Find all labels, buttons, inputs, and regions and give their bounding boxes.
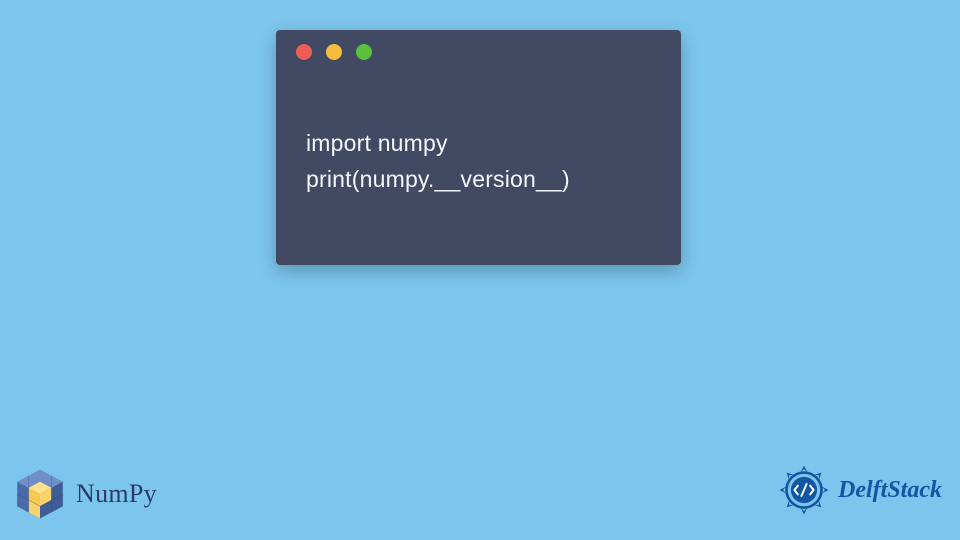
numpy-label: NumPy bbox=[76, 479, 157, 509]
numpy-logo-icon bbox=[12, 466, 68, 522]
window-titlebar bbox=[276, 30, 681, 74]
minimize-icon[interactable] bbox=[326, 44, 342, 60]
delftstack-label: DelftStack bbox=[838, 477, 942, 504]
maximize-icon[interactable] bbox=[356, 44, 372, 60]
code-body: import numpy print(numpy.__version__) bbox=[276, 74, 681, 217]
close-icon[interactable] bbox=[296, 44, 312, 60]
numpy-brand: NumPy bbox=[12, 466, 157, 522]
delftstack-brand: DelftStack bbox=[776, 462, 942, 518]
delftstack-logo-icon bbox=[776, 462, 832, 518]
code-line-1: import numpy bbox=[306, 126, 651, 162]
code-window: import numpy print(numpy.__version__) bbox=[276, 30, 681, 265]
code-line-2: print(numpy.__version__) bbox=[306, 162, 651, 198]
